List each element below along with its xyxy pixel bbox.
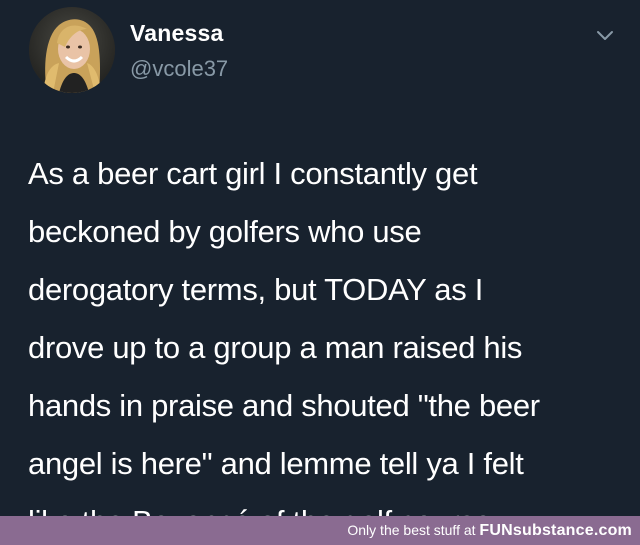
display-name[interactable]: Vanessa [130, 20, 223, 47]
tweet-text-line: hands in praise and shouted "the beer [28, 388, 540, 423]
watermark-brand: FUNsubstance.com [479, 522, 632, 539]
watermark: Only the best stuff at FUNsubstance.com [347, 516, 632, 545]
user-handle[interactable]: @vcole37 [130, 56, 228, 82]
tweet-text-line: angel is here" and lemme tell ya I felt [28, 446, 524, 481]
tweet-body: As a beer cart girl I constantly get bec… [28, 145, 628, 545]
watermark-bar: Only the best stuff at FUNsubstance.com [0, 516, 640, 545]
watermark-tagline: Only the best stuff at [347, 522, 476, 538]
tweet-text-line: drove up to a group a man raised his [28, 330, 523, 365]
profile-photo-icon [29, 7, 115, 93]
tweet-text-line: As a beer cart girl I constantly get [28, 156, 478, 191]
tweet-text-line: beckoned by golfers who use [28, 214, 422, 249]
tweet-screenshot: Vanessa @vcole37 As a beer cart girl I c… [0, 0, 640, 545]
chevron-down-icon[interactable] [594, 28, 616, 44]
tweet-text-line: derogatory terms, but TODAY as I [28, 272, 484, 307]
avatar[interactable] [29, 7, 115, 93]
